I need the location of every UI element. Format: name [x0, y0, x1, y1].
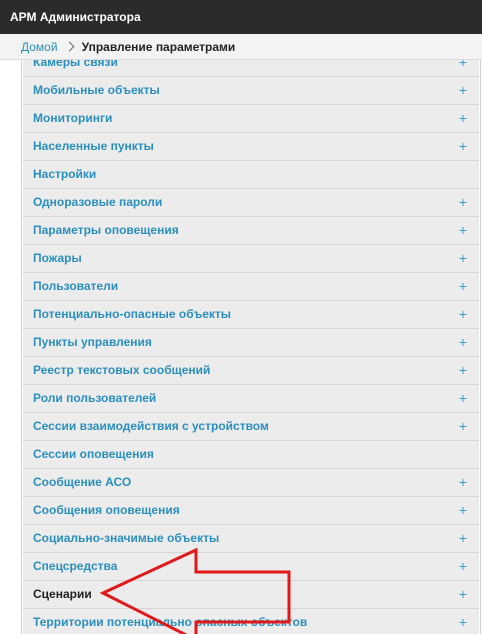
- list-item-label: Роли пользователей: [33, 391, 157, 405]
- app-window: АРМ Администратора Домой Управление парам…: [0, 0, 482, 634]
- list-item[interactable]: Сессии взаимодействия с устройством +: [23, 413, 479, 441]
- breadcrumb-home-link[interactable]: Домой: [21, 40, 58, 54]
- expand-plus-icon[interactable]: +: [459, 357, 467, 384]
- breadcrumb-current: Управление параметрами: [81, 40, 236, 54]
- list-item-label: Пожары: [33, 251, 82, 265]
- list-item[interactable]: Настройки: [23, 161, 479, 189]
- expand-plus-icon[interactable]: +: [459, 329, 467, 356]
- expand-plus-icon[interactable]: +: [459, 217, 467, 244]
- expand-plus-icon[interactable]: +: [459, 60, 467, 76]
- list-item-label: Реестр текстовых сообщений: [33, 363, 211, 377]
- expand-plus-icon[interactable]: +: [459, 77, 467, 104]
- expand-plus-icon[interactable]: +: [459, 385, 467, 412]
- list-item-label: Сообщения оповещения: [33, 503, 180, 517]
- list-item[interactable]: Пункты управления +: [23, 329, 479, 357]
- breadcrumb: Домой Управление параметрами: [0, 34, 482, 60]
- expand-plus-icon[interactable]: +: [459, 301, 467, 328]
- expand-plus-icon[interactable]: +: [459, 525, 467, 552]
- expand-plus-icon[interactable]: +: [459, 497, 467, 524]
- parameters-panel: Камеры связи + Мобильные объекты + Мониторин…: [21, 60, 481, 634]
- list-item-label: Пользователи: [33, 279, 119, 293]
- list-item-label: Камеры связи: [33, 60, 118, 69]
- expand-plus-icon[interactable]: +: [459, 245, 467, 272]
- expand-plus-icon[interactable]: +: [459, 105, 467, 132]
- list-item-label: Настройки: [33, 167, 97, 181]
- list-item[interactable]: Роли пользователей +: [23, 385, 479, 413]
- list-item-label: Спецсредства: [33, 559, 118, 573]
- list-item[interactable]: Территории потенциально опасных объектов…: [23, 609, 479, 634]
- list-item[interactable]: Мобильные объекты +: [23, 77, 479, 105]
- list-item-label: Сессии взаимодействия с устройством: [33, 419, 269, 433]
- list-item[interactable]: Пользователи +: [23, 273, 479, 301]
- list-item[interactable]: Параметры оповещения +: [23, 217, 479, 245]
- expand-plus-icon[interactable]: +: [459, 413, 467, 440]
- list-item-label: Сессии оповещения: [33, 447, 154, 461]
- list-item-label: Параметры оповещения: [33, 223, 179, 237]
- list-item-label: Территории потенциально опасных объектов: [33, 615, 308, 629]
- list-item-label: Социально-значимые объекты: [33, 531, 220, 545]
- expand-plus-icon[interactable]: +: [459, 469, 467, 496]
- list-item-label: Мобильные объекты: [33, 83, 160, 97]
- list-item[interactable]: Спецсредства +: [23, 553, 479, 581]
- list-item-label: Мониторинги: [33, 111, 113, 125]
- expand-plus-icon[interactable]: +: [459, 273, 467, 300]
- list-item-label: Сообщение АСО: [33, 475, 132, 489]
- expand-plus-icon[interactable]: +: [459, 133, 467, 160]
- parameters-list: Камеры связи + Мобильные объекты + Мониторин…: [22, 60, 480, 634]
- expand-plus-icon[interactable]: +: [459, 189, 467, 216]
- list-item-label: Сценарии: [33, 587, 92, 601]
- list-item[interactable]: Сессии оповещения: [23, 441, 479, 469]
- list-item[interactable]: Мониторинги +: [23, 105, 479, 133]
- chevron-right-icon: [64, 41, 75, 52]
- list-item-label: Одноразовые пароли: [33, 195, 163, 209]
- list-item-label: Населенные пункты: [33, 139, 154, 153]
- list-item-label: Пункты управления: [33, 335, 152, 349]
- list-item[interactable]: Одноразовые пароли +: [23, 189, 479, 217]
- list-item[interactable]: Потенциально-опасные объекты +: [23, 301, 479, 329]
- list-item[interactable]: Населенные пункты +: [23, 133, 479, 161]
- list-item-label: Потенциально-опасные объекты: [33, 307, 232, 321]
- list-item[interactable]: Социально-значимые объекты +: [23, 525, 479, 553]
- list-item[interactable]: Пожары +: [23, 245, 479, 273]
- list-item[interactable]: Камеры связи +: [23, 60, 479, 77]
- list-item[interactable]: Сценарии +: [23, 581, 479, 609]
- app-title: АРМ Администратора: [0, 0, 482, 34]
- expand-plus-icon[interactable]: +: [459, 609, 467, 634]
- list-item[interactable]: Реестр текстовых сообщений +: [23, 357, 479, 385]
- list-item[interactable]: Сообщение АСО +: [23, 469, 479, 497]
- expand-plus-icon[interactable]: +: [459, 581, 467, 608]
- list-item[interactable]: Сообщения оповещения +: [23, 497, 479, 525]
- expand-plus-icon[interactable]: +: [459, 553, 467, 580]
